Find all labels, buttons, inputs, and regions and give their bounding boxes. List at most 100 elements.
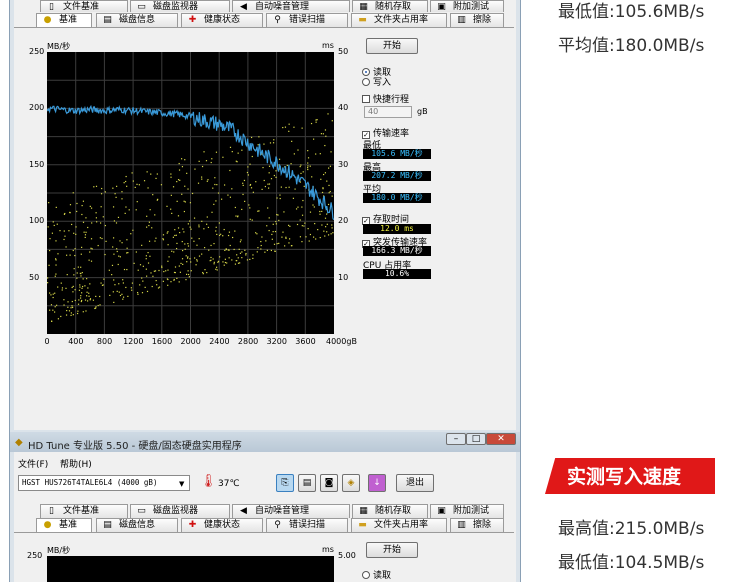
access-time-point <box>307 162 309 164</box>
tab-disk-monitor[interactable]: ▭ 磁盘监视器 <box>130 0 230 12</box>
x-tick-label: 800 <box>96 337 113 346</box>
tab-noise-management[interactable]: ◀ 自动噪音管理 <box>232 0 350 12</box>
access-time-point <box>284 126 287 128</box>
tab-benchmark[interactable]: ● 基准 <box>36 13 92 27</box>
tab-error-scan-2[interactable]: ⚲ 错误扫描 <box>266 518 348 532</box>
tab-error-scan[interactable]: ⚲ 错误扫描 <box>266 13 348 27</box>
tab-file-benchmark-2[interactable]: ▯ 文件基准 <box>40 504 128 518</box>
folder-icon: ▬ <box>358 520 367 530</box>
access-time-point <box>147 262 150 264</box>
access-time-point <box>91 248 93 250</box>
write-radio-dot[interactable] <box>362 78 370 86</box>
start-button[interactable]: 开始 <box>366 38 418 54</box>
exit-button[interactable]: 退出 <box>396 474 434 492</box>
access-time-point <box>155 177 157 180</box>
close-button[interactable]: ✕ <box>486 433 516 445</box>
chevron-down-icon[interactable]: ▼ <box>179 480 184 488</box>
quick-stroke-spinner[interactable]: 40 <box>364 106 412 118</box>
access-time-point <box>77 303 80 305</box>
access-time-point <box>149 255 151 257</box>
access-time-point <box>91 222 93 224</box>
access-time-point <box>251 219 253 221</box>
access-time-point <box>238 248 240 250</box>
access-time-point <box>307 168 309 171</box>
tab-health-2[interactable]: ✚ 健康状态 <box>181 518 263 532</box>
read-radio-2[interactable]: 读取 <box>362 568 391 581</box>
copy-text-button[interactable]: ▤ <box>298 474 316 492</box>
access-time-point <box>212 187 214 189</box>
tab-health[interactable]: ✚ 健康状态 <box>181 13 263 27</box>
access-time-point <box>321 210 323 213</box>
y-left-tick-label: 50 <box>29 272 40 282</box>
tab-random-access[interactable]: ▦ 随机存取 <box>352 0 428 12</box>
access-time-point <box>113 301 115 303</box>
access-time-point <box>63 299 65 301</box>
access-time-point <box>115 222 118 224</box>
start-button-2[interactable]: 开始 <box>366 542 418 558</box>
access-time-point <box>136 183 138 185</box>
tab-disk-monitor-2[interactable]: ▭ 磁盘监视器 <box>130 504 230 518</box>
write-radio[interactable]: 写入 <box>362 75 391 88</box>
access-time-point <box>211 158 213 160</box>
minimize-button[interactable]: – <box>446 433 466 445</box>
access-time-point <box>187 256 189 258</box>
maximize-button[interactable]: □ <box>466 433 486 445</box>
access-time-point <box>261 236 263 238</box>
access-time-point <box>167 284 169 286</box>
access-time-point <box>327 113 329 115</box>
access-time-point <box>116 248 118 250</box>
download-icon: ↓ <box>373 478 381 488</box>
options-button[interactable]: ◈ <box>342 474 360 492</box>
tab-extra-tests-2[interactable]: ▣ 附加测试 <box>430 504 504 518</box>
access-time-point <box>315 238 317 240</box>
access-time-point <box>60 282 62 284</box>
drive-select[interactable]: HGST HUS726T4TALE6L4 (4000 gB) <box>18 475 190 491</box>
access-time-point <box>195 264 197 266</box>
access-time-point <box>274 250 276 252</box>
access-time-point <box>71 305 73 307</box>
access-time-point <box>264 251 266 253</box>
screenshot-button[interactable]: ◙ <box>320 474 338 492</box>
access-time-point <box>177 179 180 181</box>
read-radio-dot-2[interactable] <box>362 571 370 579</box>
tab-folder-usage[interactable]: ▬ 文件夹占用率 <box>351 13 447 27</box>
tab-folder-usage-2[interactable]: ▬ 文件夹占用率 <box>351 518 447 532</box>
menu-file[interactable]: 文件(F) <box>18 457 48 470</box>
tab-extra-tests[interactable]: ▣ 附加测试 <box>430 0 504 12</box>
access-time-point <box>276 197 278 199</box>
tab-disk-info-2[interactable]: ▤ 磁盘信息 <box>96 518 178 532</box>
access-time-point <box>190 228 192 230</box>
access-time-point <box>291 140 293 142</box>
quick-stroke-box[interactable] <box>362 95 370 103</box>
access-time-point <box>229 169 231 172</box>
tab-file-benchmark[interactable]: ▯ 文件基准 <box>40 0 128 12</box>
random-access-icon: ▦ <box>359 506 368 516</box>
y-right-unit: ms <box>322 41 334 50</box>
access-time-point <box>167 269 169 271</box>
access-time-point <box>231 151 233 153</box>
tab-disk-info[interactable]: ▤ 磁盘信息 <box>96 13 178 27</box>
access-time-point <box>137 293 139 295</box>
tab-random-access-2[interactable]: ▦ 随机存取 <box>352 504 428 518</box>
tab-noise-management-2[interactable]: ◀ 自动噪音管理 <box>232 504 350 518</box>
tab-benchmark-2[interactable]: ● 基准 <box>36 518 92 532</box>
access-time-point <box>213 263 215 265</box>
access-time-point <box>178 265 180 267</box>
tab-erase-2[interactable]: ▥ 擦除 <box>450 518 504 532</box>
access-time-point <box>69 211 71 214</box>
access-time-point <box>119 294 122 297</box>
access-time-point <box>215 268 217 270</box>
quick-stroke-checkbox[interactable]: 快捷行程 <box>362 92 409 105</box>
access-time-point <box>198 224 200 226</box>
access-time-point <box>150 173 152 175</box>
access-time-point <box>255 232 257 234</box>
access-time-point <box>187 245 190 247</box>
tab-erase[interactable]: ▥ 擦除 <box>450 13 504 27</box>
access-time-point <box>201 176 203 178</box>
read-min-stat: 最低值:105.6MB/s <box>558 2 705 22</box>
access-time-point <box>61 287 64 289</box>
menu-help[interactable]: 帮助(H) <box>60 457 92 470</box>
save-button[interactable]: ↓ <box>368 474 386 492</box>
copy-info-button[interactable]: ⎘ <box>276 474 294 492</box>
access-time-point <box>197 182 200 184</box>
